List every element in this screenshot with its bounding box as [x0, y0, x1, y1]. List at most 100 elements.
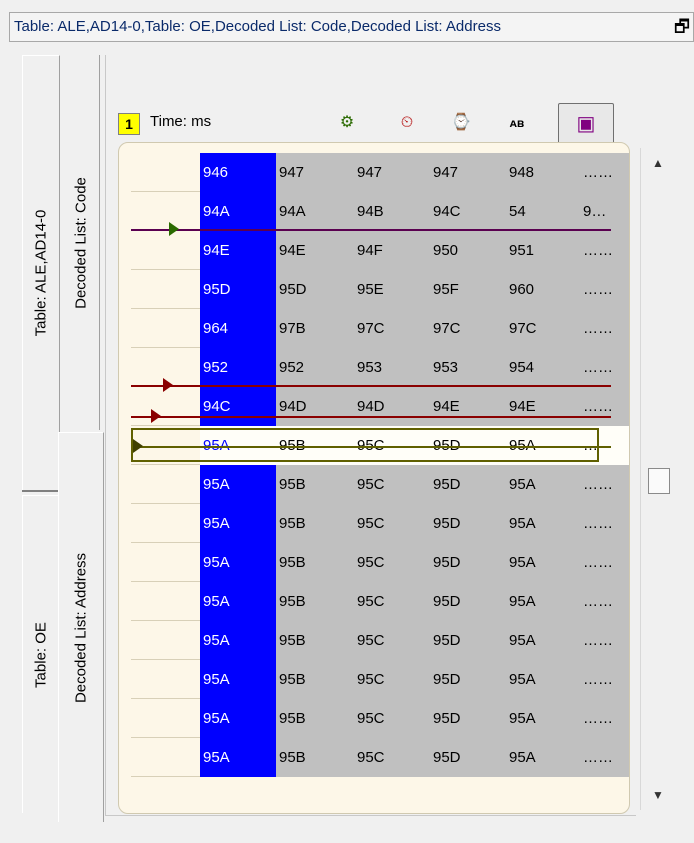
data-cell: 95B [276, 738, 354, 777]
search-icon[interactable]: ⌚ [444, 108, 478, 138]
decoded-list[interactable]: 946 947 947 947 948…… 94A 94A 94B 94C 54 9… 94E 94E 9… [118, 142, 630, 814]
vertical-scrollbar[interactable]: ▲ ▼ [640, 148, 675, 810]
data-cell: 951 [506, 231, 580, 270]
data-cell: 95D [276, 270, 354, 309]
code-cell: 95A [200, 621, 276, 660]
marker-gutter [119, 543, 200, 582]
data-cell: …… [580, 582, 629, 621]
data-cell: 94D [354, 387, 430, 426]
data-cell: 95C [354, 738, 430, 777]
list-row[interactable]: 964 97B 97C 97C 97C…… [119, 309, 629, 348]
data-cell: 94E [430, 387, 506, 426]
page-number-badge: 1 [118, 113, 140, 135]
trigger-marker-icon[interactable] [169, 222, 179, 236]
data-cell: 95C [354, 504, 430, 543]
data-cell: 95B [276, 582, 354, 621]
list-row[interactable]: 95A 95B 95C 95D 95A…… [119, 465, 629, 504]
trigger-marker-line [131, 385, 611, 387]
data-cell: …… [580, 699, 629, 738]
data-cell: 953 [354, 348, 430, 387]
data-cell: …… [580, 543, 629, 582]
data-cell: 952 [276, 348, 354, 387]
selection-outline [131, 428, 599, 462]
code-cell: 95D [200, 270, 276, 309]
data-cell: 95C [354, 543, 430, 582]
list-row[interactable]: 95A 95B 95C 95D 95A…… [119, 621, 629, 660]
list-row[interactable]: 95A 95B 95C 95D 95A…… [119, 699, 629, 738]
tab-decoded-code[interactable]: Decoded List: Code [62, 55, 100, 430]
list-row[interactable]: 95A 95B 95C 95D 95A…… [119, 582, 629, 621]
marker-gutter [119, 738, 200, 777]
data-cell: …… [580, 348, 629, 387]
window-title-bar: Table: ALE,AD14-0,Table: OE,Decoded List… [9, 12, 694, 42]
list-row[interactable]: 95D 95D 95E 95F 960…… [119, 270, 629, 309]
code-cell: 95A [200, 738, 276, 777]
list-row[interactable]: 95A 95B 95C 95D 95A…… [119, 660, 629, 699]
code-view-button[interactable]: ▣ [558, 103, 614, 145]
trigger-marker-line [131, 446, 611, 448]
data-cell: …… [580, 153, 629, 192]
marker-gutter [119, 582, 200, 621]
marker-gutter [119, 348, 200, 387]
data-cell: …… [580, 738, 629, 777]
data-cell: 95B [276, 543, 354, 582]
data-cell: …… [580, 270, 629, 309]
data-cell: 97B [276, 309, 354, 348]
data-cell: …… [580, 504, 629, 543]
code-cell: 95A [200, 660, 276, 699]
trigger-marker-icon[interactable] [163, 378, 173, 392]
marker-gutter [119, 153, 200, 192]
data-cell: 95A [506, 738, 580, 777]
list-row[interactable]: 94E 94E 94F 950 951…… [119, 231, 629, 270]
marker-gutter [119, 465, 200, 504]
restore-icon[interactable]: 🗗 [671, 13, 693, 41]
code-cell: 95A [200, 582, 276, 621]
list-row[interactable]: 946 947 947 947 948…… [119, 153, 629, 192]
data-cell: 95D [430, 660, 506, 699]
data-cell: 95A [506, 699, 580, 738]
data-cell: 950 [430, 231, 506, 270]
tab-decoded-address[interactable]: Decoded List: Address [58, 432, 104, 822]
list-row[interactable]: 95A 95B 95C 95D 95A…… [119, 543, 629, 582]
data-cell: 95C [354, 621, 430, 660]
scroll-thumb[interactable] [648, 468, 670, 494]
tab-label: Decoded List: Code [72, 176, 89, 309]
list-row[interactable]: 95A 95B 95C 95D 95A…… [119, 738, 629, 777]
tab-table-oe[interactable]: Table: OE [22, 495, 60, 813]
marker-gutter [119, 231, 200, 270]
tab-table-ale[interactable]: Table: ALE,AD14-0 [22, 55, 60, 490]
data-cell: 95D [430, 465, 506, 504]
data-cell: 960 [506, 270, 580, 309]
data-cell: 95A [506, 582, 580, 621]
clock-icon[interactable]: ⏲ [390, 108, 424, 138]
data-cell: …… [580, 231, 629, 270]
data-cell: 95C [354, 660, 430, 699]
list-row[interactable]: 94C 94D 94D 94E 94E…… [119, 387, 629, 426]
data-cell: …… [580, 621, 629, 660]
data-cell: 94F [354, 231, 430, 270]
gear-icon[interactable]: ⚙ [330, 108, 364, 138]
data-cell: 947 [276, 153, 354, 192]
marker-gutter [119, 699, 200, 738]
trigger-marker-icon[interactable] [133, 439, 143, 453]
data-cell: 95D [430, 621, 506, 660]
data-cell: 94D [276, 387, 354, 426]
list-row[interactable]: 952 952 953 953 954…… [119, 348, 629, 387]
scroll-down-icon[interactable]: ▼ [641, 780, 675, 810]
list-row[interactable]: 95A 95B 95C 95D 95A…… [119, 504, 629, 543]
trigger-marker-icon[interactable] [151, 409, 161, 423]
data-cell: 95B [276, 465, 354, 504]
marker-gutter [119, 270, 200, 309]
list-row[interactable]: 94A 94A 94B 94C 54 9… [119, 192, 629, 231]
data-cell: 94E [276, 231, 354, 270]
tab-label: Table: ALE,AD14-0 [32, 209, 50, 337]
data-cell: …… [580, 309, 629, 348]
data-cell: 95C [354, 582, 430, 621]
data-cell: 95A [506, 504, 580, 543]
data-cell: 95D [430, 738, 506, 777]
code-cell: 964 [200, 309, 276, 348]
data-cell: 95E [354, 270, 430, 309]
scroll-up-icon[interactable]: ▲ [641, 148, 675, 178]
data-cell: 94E [506, 387, 580, 426]
text-icon[interactable]: ᴀʙ [500, 108, 534, 138]
